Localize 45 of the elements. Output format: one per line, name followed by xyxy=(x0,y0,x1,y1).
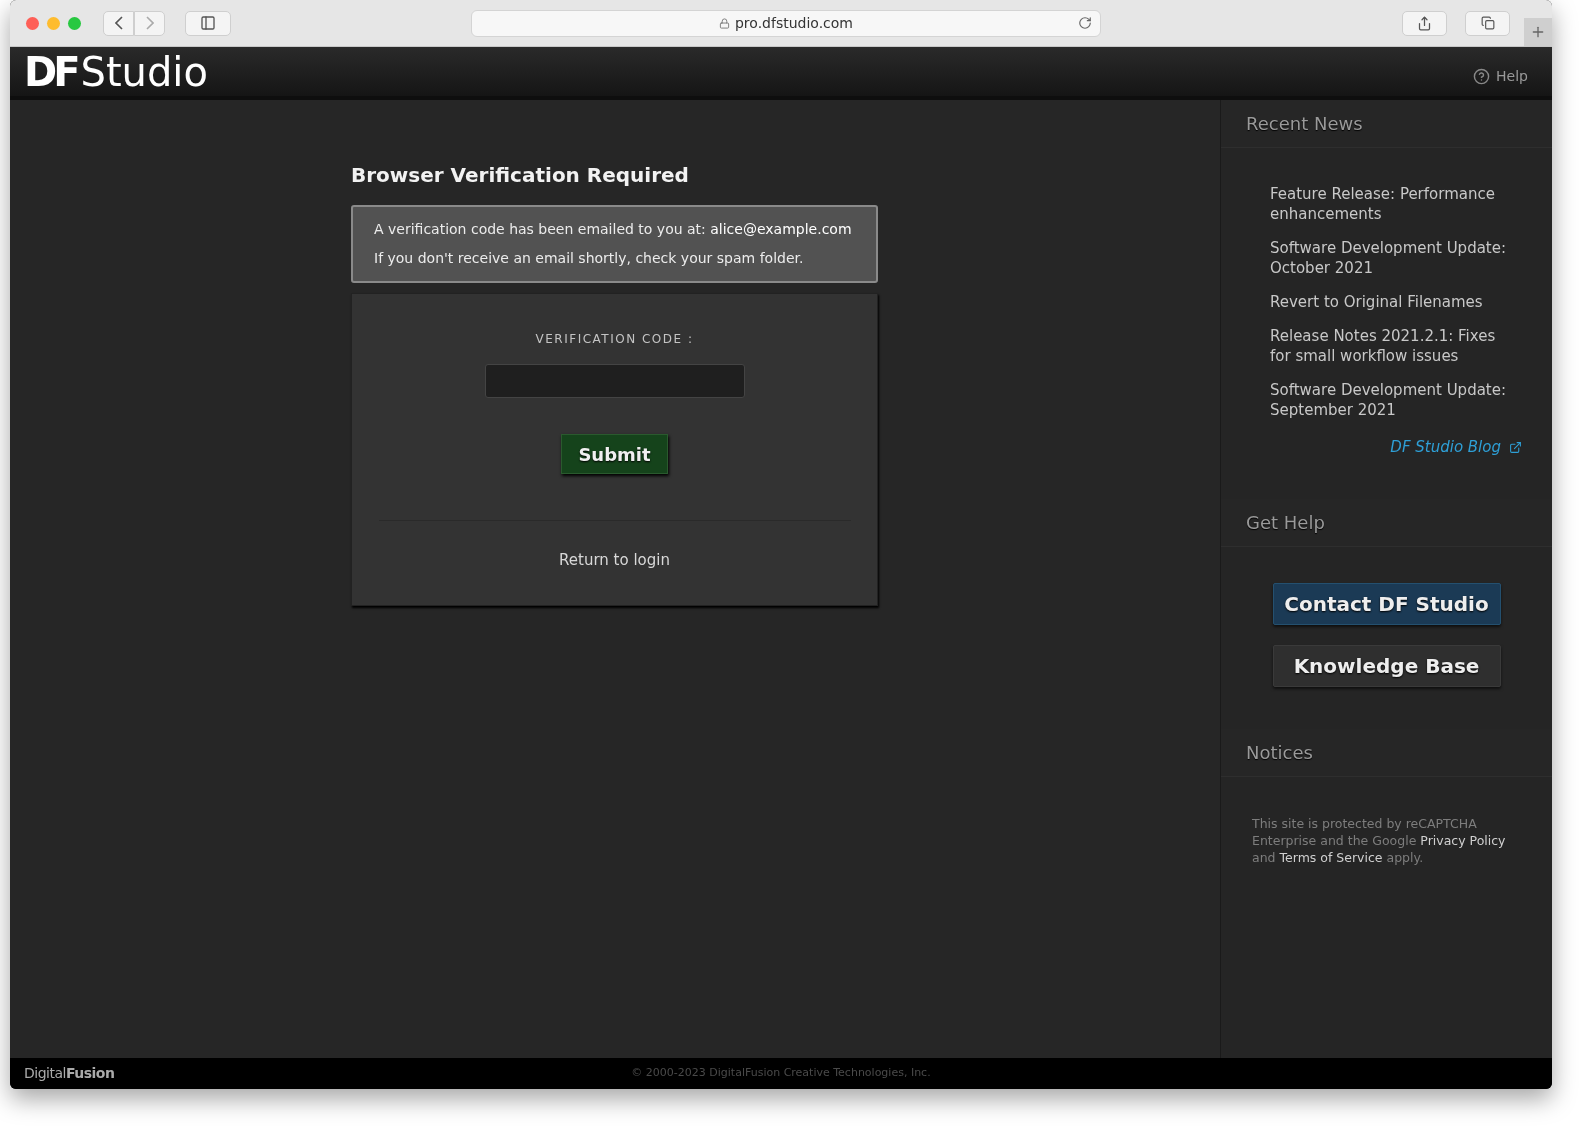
return-to-login-link[interactable]: Return to login xyxy=(559,549,670,572)
chevron-right-icon xyxy=(145,16,154,30)
external-link-icon xyxy=(1509,440,1522,454)
submit-button[interactable]: Submit xyxy=(561,434,668,474)
url-text: pro.dfstudio.com xyxy=(735,13,853,33)
share-button[interactable] xyxy=(1402,10,1447,36)
close-window-icon[interactable] xyxy=(26,16,39,30)
sidebar-icon xyxy=(200,15,216,31)
blog-link[interactable]: DF Studio Blog xyxy=(1390,436,1501,459)
new-tab-button[interactable] xyxy=(1524,18,1552,46)
news-link[interactable]: Revert to Original Filenames xyxy=(1270,292,1510,312)
chevron-left-icon xyxy=(114,16,123,30)
back-button[interactable] xyxy=(103,10,134,36)
plus-icon xyxy=(1530,24,1546,40)
help-button[interactable]: Knowledge Base xyxy=(1272,644,1501,687)
page-title: Browser Verification Required xyxy=(351,162,690,189)
logo[interactable]: DFStudio xyxy=(24,51,208,92)
section-title: Notices xyxy=(1246,740,1313,765)
notice-link[interactable]: Terms of Service xyxy=(1279,849,1383,865)
code-field[interactable] xyxy=(484,364,745,398)
tabs-button[interactable] xyxy=(1465,10,1510,36)
field-label: VERIFICATION CODE : xyxy=(535,331,694,348)
copyright-text: © 2000-2023 DigitalFusion Creative Technologies, Inc. xyxy=(631,1065,931,1082)
forward-button[interactable] xyxy=(134,10,165,36)
news-link[interactable]: Feature Release: Performance enhancements xyxy=(1270,184,1510,224)
info-message: A verification code has been emailed to you at: alice@example.com xyxy=(374,220,853,239)
address-bar[interactable]: pro.dfstudio.com xyxy=(471,9,1101,37)
help-icon[interactable] xyxy=(1473,68,1491,85)
lock-icon xyxy=(719,17,730,29)
news-link[interactable]: Release Notes 2021.2.1: Fixes for small workflow issues xyxy=(1270,326,1510,366)
maximize-window-icon[interactable] xyxy=(68,16,81,30)
sidebar-toggle-button[interactable] xyxy=(185,10,231,36)
spam-hint: If you don't receive an email shortly, check your spam folder. xyxy=(374,249,805,268)
notice-link[interactable]: Privacy Policy xyxy=(1420,832,1506,848)
notice-text: This site is protected by reCAPTCHA Enterprise and the Google Privacy Policy and Terms of Service apply. xyxy=(1252,814,1507,866)
news-link[interactable]: Software Development Update: September 2021 xyxy=(1270,380,1510,420)
section-title: Recent News xyxy=(1246,112,1363,136)
help-button[interactable]: Contact DF Studio xyxy=(1272,582,1501,625)
section-title: Get Help xyxy=(1246,510,1325,535)
help-link[interactable]: Help xyxy=(1496,66,1528,87)
news-link[interactable]: Software Development Update: October 2021 xyxy=(1270,238,1510,278)
tabs-icon xyxy=(1480,16,1495,30)
reload-icon[interactable] xyxy=(1078,16,1092,30)
share-icon xyxy=(1417,15,1432,31)
footer-logo: DigitalFusion xyxy=(24,1064,115,1083)
